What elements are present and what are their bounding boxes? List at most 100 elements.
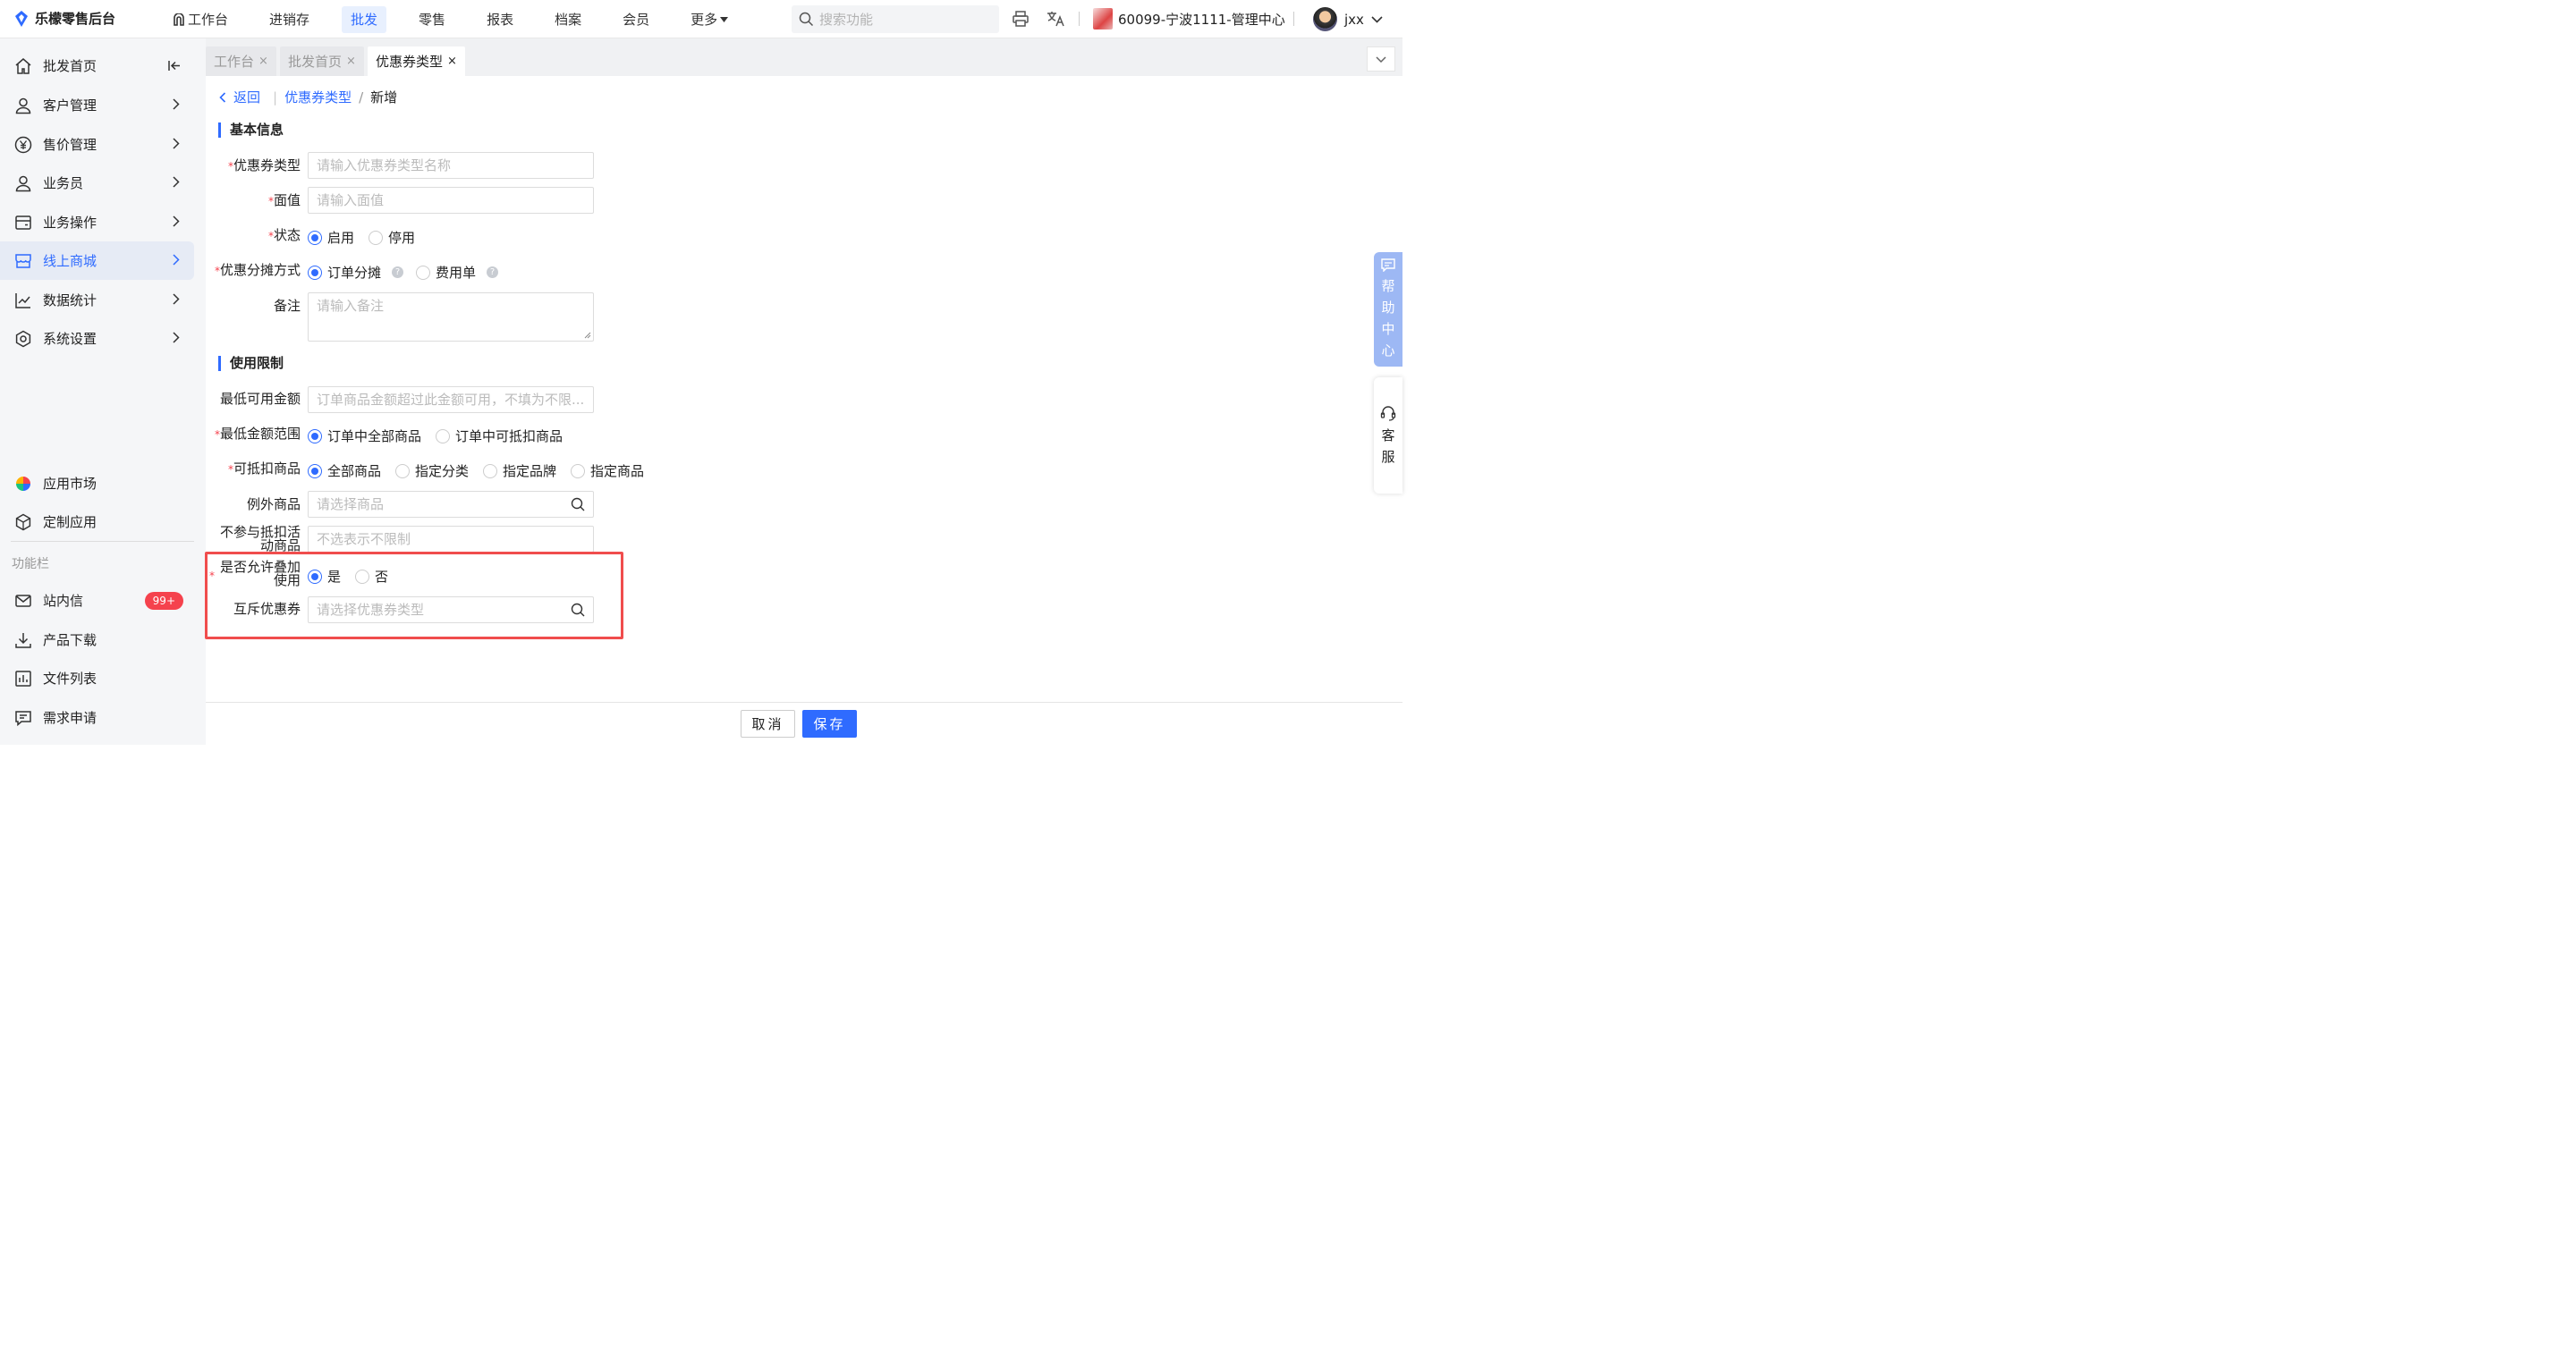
search-icon[interactable] [571,497,585,511]
chevron-down-icon [1376,55,1386,63]
radio-unchecked[interactable] [571,463,586,478]
request-icon [14,709,32,727]
chevron-right-icon [173,138,180,149]
radio-unchecked[interactable] [436,428,451,443]
radio-checked[interactable] [308,230,322,245]
tab-coupon-type[interactable]: 优惠券类型 × [368,46,465,76]
exclude-activity-input[interactable]: 不选表示不限制 [308,526,594,553]
sidebar-item-label: 产品下载 [43,632,97,648]
nav-item-archives[interactable]: 档案 [546,6,590,33]
help-center-button[interactable]: 帮 助 中 心 [1374,252,1402,367]
min-amount-input[interactable]: 订单商品金额超过此金额可用，不填为不限... [308,386,594,413]
chevron-left-icon[interactable] [219,91,226,103]
tab-label: 批发首页 [288,54,343,70]
deductible-option-product[interactable]: 指定商品 [571,461,644,480]
breadcrumb-separator: / [359,89,364,106]
radio-unchecked[interactable] [395,463,411,478]
user-menu[interactable]: jxx [1313,7,1383,31]
status-option-disabled[interactable]: 停用 [369,228,415,247]
close-icon[interactable]: × [258,55,268,68]
tab-list-dropdown[interactable] [1367,46,1395,72]
store-selector[interactable]: 60099-宁波1111-管理中心 [1093,8,1285,30]
tab-wholesale-home[interactable]: 批发首页 × [280,46,364,76]
breadcrumb-parent-link[interactable]: 优惠券类型 [284,88,352,106]
help-icon[interactable]: ? [487,266,499,278]
close-icon[interactable]: × [447,55,457,68]
label-text: 状态 [273,227,301,243]
deductible-option-brand[interactable]: 指定品牌 [483,461,556,480]
sidebar-item-requests[interactable]: 需求申请 [0,698,194,737]
back-link[interactable]: 返回 [233,88,260,106]
nav-item-wholesale[interactable]: 批发 [342,5,387,33]
sidebar-item-files[interactable]: 文件列表 [0,659,194,697]
sidebar-item-label: 站内信 [43,593,84,609]
exclude-activity-label: 不参与抵扣活 动商品 [207,526,301,553]
label-text: 优惠券类型 [233,157,301,173]
resize-handle-icon[interactable] [584,332,591,339]
download-icon [14,631,32,649]
workbench-icon [174,13,184,26]
radio-checked[interactable] [308,265,322,280]
radio-checked[interactable] [308,428,322,443]
radio-label: 指定分类 [415,463,470,479]
nav-item-members[interactable]: 会员 [614,6,658,33]
sidebar-item-customers[interactable]: 客户管理 [0,86,194,124]
chevron-right-icon [173,98,180,110]
translate-icon[interactable] [1046,10,1065,28]
sidebar-item-messages[interactable]: 站内信 99+ [0,581,194,620]
radio-unchecked[interactable] [416,265,431,280]
customer-service-button[interactable]: 客 服 [1374,377,1402,494]
print-icon[interactable] [1012,10,1030,28]
nav-item-label: 工作台 [188,11,229,28]
sidebar-divider [11,541,194,542]
status-option-enabled[interactable]: 启用 [308,228,354,247]
logo[interactable]: 乐檬零售后台 [13,9,115,28]
deductible-option-category[interactable]: 指定分类 [395,461,469,480]
face-value-input[interactable]: 请输入面值 [308,187,594,214]
sidebar-item-downloads[interactable]: 产品下载 [0,621,194,659]
sidebar-item-operations[interactable]: 业务操作 [0,203,194,241]
nav-item-reports[interactable]: 报表 [478,6,522,33]
sidebar-item-app-market[interactable]: 应用市场 [0,464,194,502]
label-text: 备注 [273,298,301,314]
search-placeholder: 搜索功能 [819,12,874,28]
nav-item-label: 会员 [623,11,650,28]
collapse-sidebar-icon[interactable] [168,60,182,72]
min-range-option-all[interactable]: 订单中全部商品 [308,426,421,445]
tab-workbench[interactable]: 工作台 × [206,46,276,76]
radio-unchecked[interactable] [369,230,384,245]
sidebar-item-salesman[interactable]: 业务员 [0,164,194,202]
min-range-option-deductible[interactable]: 订单中可抵扣商品 [436,426,563,445]
radio-label: 启用 [327,230,355,246]
close-icon[interactable]: × [346,55,356,68]
cancel-button[interactable]: 取消 [741,710,795,738]
input-placeholder: 请选择商品 [317,496,385,512]
nav-item-retail[interactable]: 零售 [410,6,454,33]
sidebar-item-statistics[interactable]: 数据统计 [0,281,194,319]
nav-item-workbench[interactable]: 工作台 [164,6,237,33]
coupon-type-input[interactable]: 请输入优惠券类型名称 [308,152,594,179]
remark-textarea[interactable]: 请输入备注 [308,292,594,342]
help-text: 帮 [1381,278,1395,294]
allocation-option-order[interactable]: 订单分摊 [308,263,381,282]
sidebar-item-wholesale-home[interactable]: 批发首页 [0,46,194,85]
sidebar-item-pricing[interactable]: 售价管理 [0,125,194,164]
allocation-option-expense[interactable]: 费用单 [416,263,476,282]
deductible-option-all[interactable]: 全部商品 [308,461,381,480]
sidebar-item-label: 客户管理 [43,97,97,114]
sidebar-item-online-mall[interactable]: 线上商城 [0,241,194,280]
nav-item-more[interactable]: 更多 [682,6,737,33]
save-button[interactable]: 保存 [802,710,857,738]
exception-product-picker[interactable]: 请选择商品 [308,491,594,518]
section-title-usage-limit: 使用限制 [218,356,284,371]
sidebar-item-settings[interactable]: 系统设置 [0,319,194,358]
radio-checked[interactable] [308,463,322,478]
nav-item-inventory[interactable]: 进销存 [260,6,318,33]
radio-unchecked[interactable] [483,463,498,478]
nav-item-label: 更多 [691,11,718,28]
sidebar-item-custom-apps[interactable]: 定制应用 [0,502,194,541]
search-input[interactable]: 搜索功能 [792,5,999,33]
help-icon[interactable]: ? [392,266,404,278]
tab-label: 工作台 [214,54,255,70]
headset-icon [1380,406,1396,421]
